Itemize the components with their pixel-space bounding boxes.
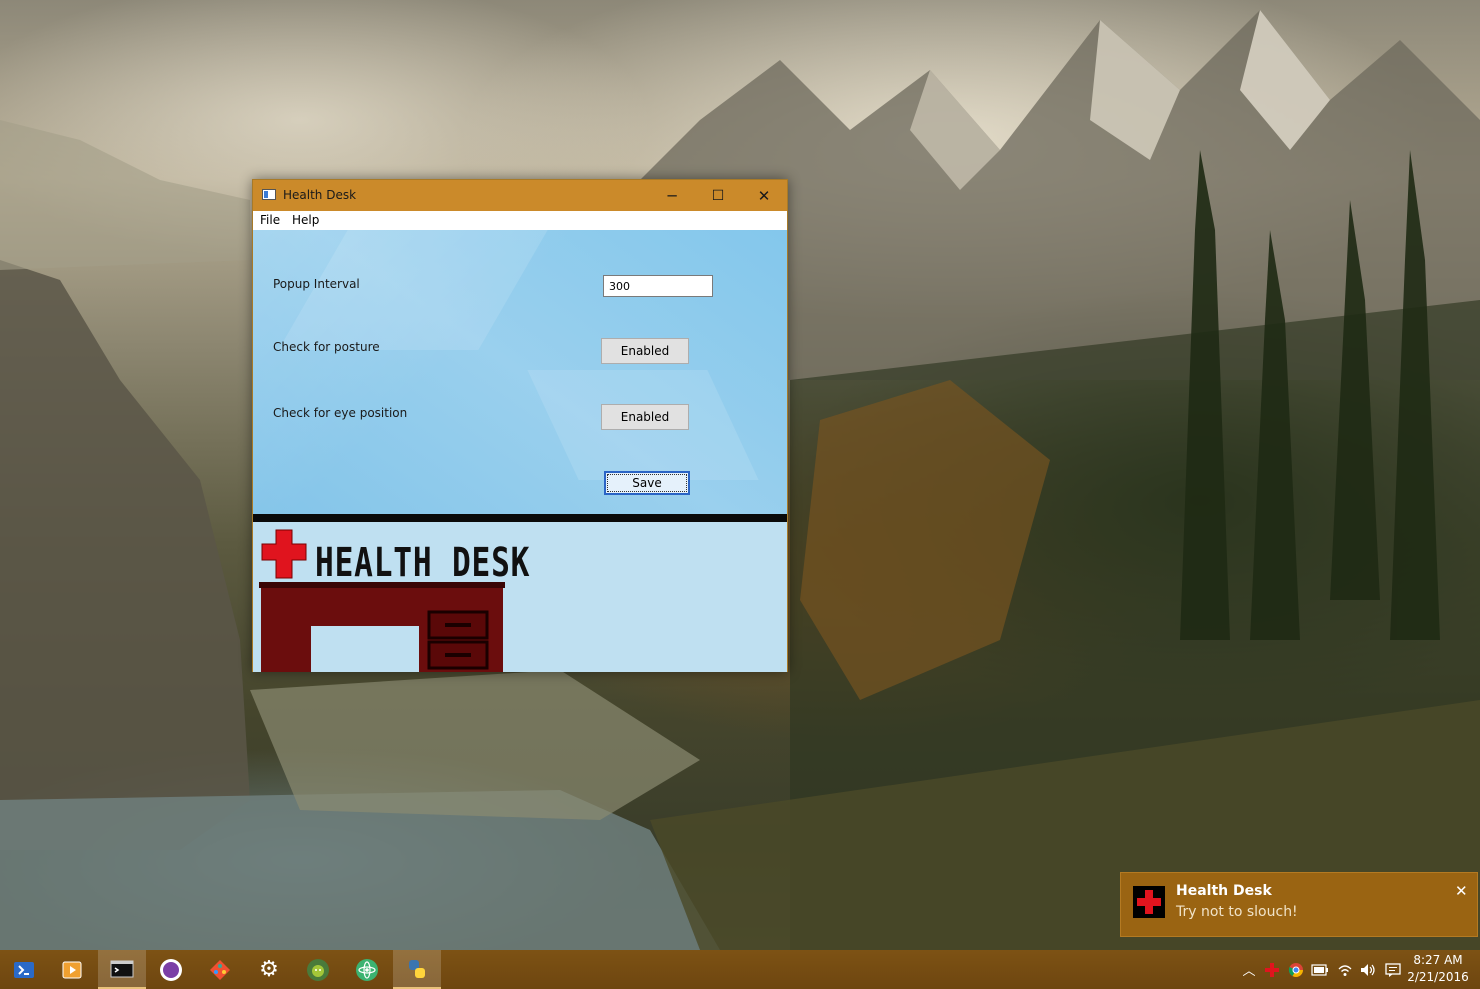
menu-bar: File Help — [253, 211, 787, 230]
window-title: Health Desk — [283, 188, 357, 202]
media-player-icon[interactable] — [48, 950, 96, 989]
show-hidden-icons-chevron-icon[interactable]: ︿ — [1238, 950, 1260, 989]
terminal-icon[interactable] — [98, 950, 146, 989]
python-icon[interactable] — [393, 950, 441, 989]
popup-interval-input[interactable] — [603, 275, 713, 297]
visual-studio-icon[interactable] — [147, 950, 195, 989]
taskbar: ⚙ ︿ 8:27 AM 2/21/2016 — [0, 950, 1480, 989]
health-desk-window: Health Desk ─ ☐ ✕ File Help Popup Interv… — [252, 179, 788, 672]
logo-banner: HEALTH DESK — [253, 522, 787, 672]
toast-message: Try not to slouch! — [1176, 904, 1298, 920]
menu-file[interactable]: File — [260, 213, 280, 227]
clock-date: 2/21/2016 — [1407, 970, 1469, 984]
toast-notification[interactable]: Health Desk Try not to slouch! ✕ — [1120, 872, 1478, 937]
minimize-button[interactable]: ─ — [649, 180, 695, 211]
red-cross-icon — [1137, 890, 1161, 914]
wifi-icon[interactable] — [1334, 950, 1356, 989]
logo-wordmark: HEALTH DESK — [315, 540, 531, 586]
volume-icon[interactable] — [1357, 950, 1379, 989]
atom-icon[interactable] — [343, 950, 391, 989]
powershell-icon[interactable] — [0, 950, 48, 989]
settings-gear-icon[interactable]: ⚙ — [245, 950, 293, 989]
chrome-tray-icon[interactable] — [1285, 950, 1307, 989]
git-icon[interactable] — [196, 950, 244, 989]
posture-label: Check for posture — [273, 340, 380, 354]
taskbar-clock[interactable]: 8:27 AM 2/21/2016 — [1405, 952, 1471, 986]
health-cross-icon — [1133, 886, 1165, 918]
health-desk-tray-icon[interactable] — [1262, 950, 1282, 989]
battery-icon[interactable] — [1309, 950, 1331, 989]
maximize-button[interactable]: ☐ — [695, 180, 741, 211]
popup-interval-label: Popup Interval — [273, 277, 360, 291]
toast-close-icon[interactable]: ✕ — [1455, 882, 1468, 900]
clock-time: 8:27 AM — [1413, 953, 1463, 967]
save-button[interactable]: Save — [604, 471, 690, 495]
menu-help[interactable]: Help — [292, 213, 319, 227]
app-window-icon — [262, 189, 276, 200]
eye-position-label: Check for eye position — [273, 406, 408, 420]
settings-panel: Popup Interval Check for posture Enabled… — [253, 230, 787, 514]
eye-position-toggle-button[interactable]: Enabled — [601, 404, 689, 430]
window-titlebar[interactable]: Health Desk ─ ☐ ✕ — [253, 180, 787, 211]
posture-toggle-button[interactable]: Enabled — [601, 338, 689, 364]
action-center-icon[interactable] — [1382, 950, 1404, 989]
toast-title: Health Desk — [1176, 883, 1272, 899]
close-button[interactable]: ✕ — [741, 180, 787, 211]
divider-bar — [253, 514, 787, 522]
android-studio-icon[interactable] — [294, 950, 342, 989]
